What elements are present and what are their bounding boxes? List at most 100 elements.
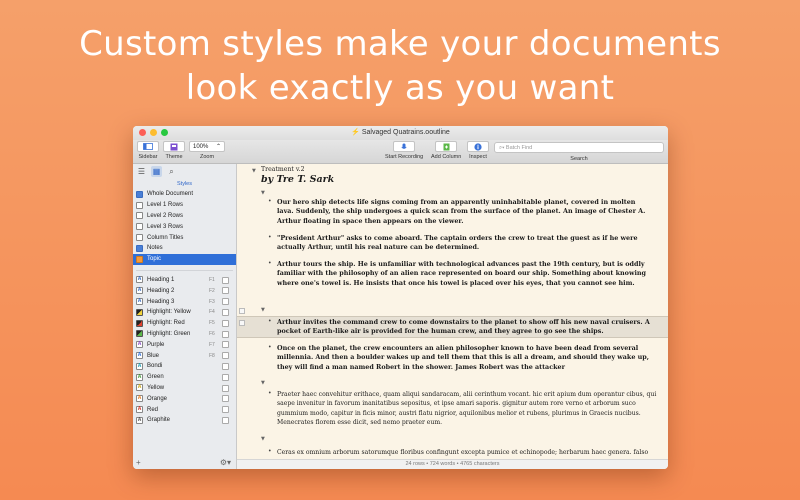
text-style-icon: A xyxy=(136,384,143,392)
outline-row[interactable]: Praeter haec convehitur erithace, quam a… xyxy=(277,390,665,428)
sidebar-style-item[interactable]: Whole Document xyxy=(133,189,236,200)
style-checkbox[interactable] xyxy=(222,406,229,414)
sidebar-toggle-button[interactable] xyxy=(137,141,159,152)
outline-row[interactable]: Arthur tours the ship. He is unfamiliar … xyxy=(277,260,662,288)
outline-row[interactable]: Once on the planet, the crew encounters … xyxy=(277,344,665,372)
styles-tab-icon[interactable]: ▦ xyxy=(151,166,162,177)
sidebar-style-item[interactable]: A Bondi xyxy=(133,361,236,372)
start-recording-toolbar-item[interactable]: Start Recording xyxy=(385,141,423,160)
gear-icon[interactable]: ⚙▾ xyxy=(220,458,231,467)
status-bar: 24 rows • 724 words • 4765 characters xyxy=(237,459,668,469)
shortcut-key: F3 xyxy=(209,298,215,305)
document-title[interactable]: Treatment v.2 xyxy=(261,165,305,174)
sidebar-style-label: Highlight: Red xyxy=(147,320,185,327)
theme-button[interactable] xyxy=(163,141,185,152)
sidebar-style-label: Graphite xyxy=(147,417,171,424)
outline-list-icon[interactable]: ☰ xyxy=(136,166,147,177)
add-column-button[interactable] xyxy=(435,141,458,152)
sidebar-style-label: Level 1 Rows xyxy=(147,202,184,209)
style-checkbox[interactable] xyxy=(222,341,229,349)
row-handle[interactable] xyxy=(239,320,245,326)
sidebar-style-item[interactable]: A Orange xyxy=(133,393,236,404)
zoom-window-button[interactable] xyxy=(161,129,168,136)
sidebar-style-item[interactable]: A Graphite xyxy=(133,415,236,426)
style-checkbox[interactable] xyxy=(222,319,229,327)
document-byline[interactable]: by Tre T. Sark xyxy=(261,174,334,186)
sidebar-toolbar-item[interactable]: Sidebar xyxy=(137,141,159,160)
style-checkbox[interactable] xyxy=(222,384,229,392)
text-style-icon: A xyxy=(136,287,143,295)
disclosure-triangle-icon[interactable]: ▼ xyxy=(261,436,265,442)
zoom-select[interactable]: 100% ⌃ xyxy=(189,141,225,152)
row-bullet-icon: • xyxy=(268,344,272,351)
sidebar-style-item[interactable]: Highlight: Green F6 xyxy=(133,329,236,340)
headline-line-1: Custom styles make your documents xyxy=(79,24,721,64)
start-recording-button[interactable] xyxy=(393,141,416,152)
outline-row[interactable]: Ceras ex omnium arborum satorumque flori… xyxy=(277,448,665,457)
disclosure-triangle-icon[interactable]: ▼ xyxy=(252,168,256,174)
sidebar-style-label: Green xyxy=(147,374,164,381)
headline: Custom styles make your documents look e… xyxy=(0,22,800,110)
add-column-toolbar-item[interactable]: Add Column xyxy=(431,141,461,160)
style-checkbox[interactable] xyxy=(222,395,229,403)
style-checkbox[interactable] xyxy=(222,373,229,381)
disclosure-triangle-icon[interactable]: ▼ xyxy=(261,190,265,196)
sidebar-style-item[interactable]: A Blue F8 xyxy=(133,350,236,361)
highlight-swatch-icon xyxy=(136,319,143,327)
window-controls xyxy=(139,129,168,136)
sidebar-style-item[interactable]: Notes xyxy=(133,243,236,254)
sidebar-style-item[interactable]: Column Titles xyxy=(133,232,236,243)
outline-document[interactable]: ▼ Treatment v.2 by Tre T. Sark ▼ • Our h… xyxy=(237,164,668,459)
sidebar-style-item[interactable]: A Heading 1 F1 xyxy=(133,275,236,286)
sidebar-style-item[interactable]: Level 1 Rows xyxy=(133,200,236,211)
text-style-icon: A xyxy=(136,298,143,306)
sidebar-footer: + ⚙▾ xyxy=(136,458,231,467)
style-checkbox[interactable] xyxy=(222,330,229,338)
sidebar-style-item[interactable]: Highlight: Yellow F4 xyxy=(133,307,236,318)
sidebar-style-item[interactable]: Level 3 Rows xyxy=(133,221,236,232)
shortcut-key: F1 xyxy=(209,276,215,283)
sidebar-style-item[interactable]: A Heading 3 F3 xyxy=(133,296,236,307)
style-checkbox[interactable] xyxy=(222,416,229,424)
sidebar-style-item[interactable]: A Green xyxy=(133,372,236,383)
style-checkbox[interactable] xyxy=(222,362,229,370)
style-checkbox[interactable] xyxy=(222,276,229,284)
sidebar-style-item[interactable]: A Purple F7 xyxy=(133,339,236,350)
sidebar-style-item[interactable]: A Red xyxy=(133,404,236,415)
close-window-button[interactable] xyxy=(139,129,146,136)
sidebar-style-item[interactable]: A Yellow xyxy=(133,383,236,394)
sidebar-style-label: Purple xyxy=(147,341,165,348)
style-swatch-icon xyxy=(136,201,143,209)
style-checkbox[interactable] xyxy=(222,298,229,306)
sidebar-style-item[interactable]: Topic xyxy=(133,253,236,265)
search-icon: ⌕▾ xyxy=(499,145,505,151)
style-checkbox[interactable] xyxy=(222,287,229,295)
search-placeholder: Batch Find xyxy=(505,145,533,151)
outline-row[interactable]: Our hero ship detects life signs coming … xyxy=(277,198,647,226)
add-column-label: Add Column xyxy=(431,154,462,160)
zoom-toolbar-item[interactable]: 100% ⌃ Zoom xyxy=(189,141,225,160)
add-column-icon xyxy=(443,143,450,150)
disclosure-triangle-icon[interactable]: ▼ xyxy=(261,307,265,313)
inspect-toolbar-item[interactable]: Inspect xyxy=(467,141,489,160)
sidebar-style-item[interactable]: A Heading 2 F2 xyxy=(133,285,236,296)
inspect-button[interactable] xyxy=(467,141,489,152)
sidebar-style-item[interactable]: Level 2 Rows xyxy=(133,211,236,222)
batch-find-field[interactable]: ⌕▾ Batch Find xyxy=(494,142,664,153)
minimize-window-button[interactable] xyxy=(150,129,157,136)
magnifier-icon[interactable]: ⌕ xyxy=(166,166,177,177)
row-bullet-icon: • xyxy=(268,260,272,267)
sidebar-style-label: Column Titles xyxy=(147,234,184,241)
style-checkbox[interactable] xyxy=(222,352,229,360)
row-handle[interactable] xyxy=(239,308,245,314)
sidebar-style-item[interactable]: Highlight: Red F5 xyxy=(133,318,236,329)
outline-row-selected[interactable]: Arthur invites the command crew to come … xyxy=(277,318,665,337)
add-style-button[interactable]: + xyxy=(136,458,141,467)
zoom-label: Zoom xyxy=(199,154,215,160)
theme-toolbar-item[interactable]: Theme xyxy=(163,141,185,160)
disclosure-triangle-icon[interactable]: ▼ xyxy=(261,380,265,386)
style-checkbox[interactable] xyxy=(222,308,229,316)
inspect-label: Inspect xyxy=(469,154,487,160)
zoom-value: 100% xyxy=(193,143,209,150)
outline-row[interactable]: "President Arthur" asks to come aboard. … xyxy=(277,234,652,253)
